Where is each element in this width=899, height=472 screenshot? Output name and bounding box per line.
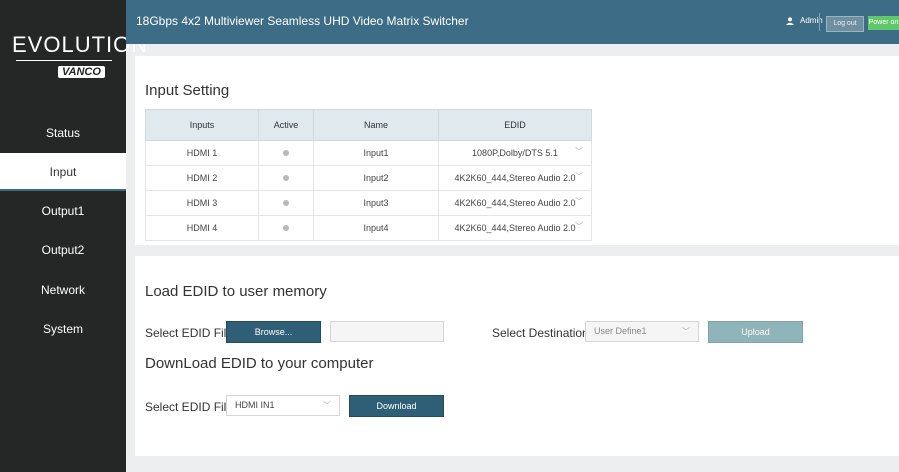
column-header-name: Name: [313, 109, 439, 141]
table-row: HDMI 4 Input4 4K2K60_444,Stereo Audio 2.…: [145, 215, 592, 241]
input-setting-panel: Input Setting Inputs Active Name EDID HD…: [135, 56, 899, 245]
upload-button[interactable]: Upload: [708, 321, 803, 343]
edid-value: 4K2K60_444,Stereo Audio 2.0: [454, 198, 576, 208]
sidebar-item-system[interactable]: System: [0, 310, 126, 348]
power-on-button[interactable]: Power on: [868, 16, 899, 30]
chevron-down-icon: ﹀: [682, 327, 690, 336]
status-dot-icon: [283, 200, 289, 206]
logo-divider: [16, 60, 112, 61]
sidebar-item-network[interactable]: Network: [0, 271, 126, 309]
active-indicator: [258, 215, 314, 241]
edid-value: 4K2K60_444,Stereo Audio 2.0: [454, 223, 576, 233]
file-name-field[interactable]: [330, 321, 444, 342]
load-edid-title: Load EDID to user memory: [145, 283, 327, 300]
chevron-down-icon: ﹀: [575, 147, 583, 156]
destination-label: Select Destination:: [492, 326, 593, 340]
evolution-vanco-logo: EVOLUTION VANCO: [6, 28, 147, 100]
input-setting-title: Input Setting: [145, 82, 230, 99]
active-indicator: [258, 190, 314, 216]
column-header-active: Active: [258, 109, 314, 141]
chevron-down-icon: ﹀: [575, 197, 583, 206]
sidebar-item-output2[interactable]: Output2: [0, 231, 126, 269]
chevron-down-icon: ﹀: [575, 172, 583, 181]
table-row: HDMI 1 Input1 1080P,Dolby/DTS 5.1 ﹀: [145, 140, 592, 166]
edid-panel: Load EDID to user memory Select EDID Fil…: [135, 256, 899, 456]
edid-select[interactable]: 4K2K60_444,Stereo Audio 2.0 ﹀: [438, 190, 592, 216]
chevron-down-icon: ﹀: [575, 222, 583, 231]
name-cell[interactable]: Input1: [313, 140, 439, 166]
user-info[interactable]: Admin: [786, 16, 823, 25]
sidebar-item-output1[interactable]: Output1: [0, 192, 126, 230]
download-edid-title: DownLoad EDID to your computer: [145, 355, 374, 372]
download-file-select[interactable]: HDMI IN1 ﹀: [226, 395, 340, 416]
destination-value: User Define1: [594, 326, 647, 336]
download-file-value: HDMI IN1: [235, 400, 275, 410]
table-row: HDMI 3 Input3 4K2K60_444,Stereo Audio 2.…: [145, 190, 592, 216]
app-title: 18Gbps 4x2 Multiviewer Seamless UHD Vide…: [136, 14, 469, 28]
edid-value: 1080P,Dolby/DTS 5.1: [472, 148, 558, 158]
name-cell[interactable]: Input3: [313, 190, 439, 216]
user-icon: [786, 17, 794, 25]
name-cell[interactable]: Input4: [313, 215, 439, 241]
column-header-inputs: Inputs: [145, 109, 259, 141]
edid-value: 4K2K60_444,Stereo Audio 2.0: [454, 173, 576, 183]
download-file-label: Select EDID File:: [145, 400, 237, 414]
edid-select[interactable]: 1080P,Dolby/DTS 5.1 ﹀: [438, 140, 592, 166]
input-cell: HDMI 4: [145, 215, 259, 241]
top-bar: 18Gbps 4x2 Multiviewer Seamless UHD Vide…: [126, 0, 899, 44]
status-dot-icon: [283, 150, 289, 156]
name-cell[interactable]: Input2: [313, 165, 439, 191]
status-dot-icon: [283, 175, 289, 181]
edid-select[interactable]: 4K2K60_444,Stereo Audio 2.0 ﹀: [438, 215, 592, 241]
input-cell: HDMI 1: [145, 140, 259, 166]
table-row: HDMI 2 Input2 4K2K60_444,Stereo Audio 2.…: [145, 165, 592, 191]
logout-button[interactable]: Log out: [826, 16, 864, 32]
edid-select[interactable]: 4K2K60_444,Stereo Audio 2.0 ﹀: [438, 165, 592, 191]
header-divider: [819, 13, 820, 31]
logo-brand: VANCO: [58, 66, 105, 78]
table-header-row: Inputs Active Name EDID: [145, 109, 592, 141]
active-indicator: [258, 165, 314, 191]
chevron-down-icon: ﹀: [323, 401, 331, 410]
column-header-edid: EDID: [438, 109, 592, 141]
download-button[interactable]: Download: [349, 395, 444, 417]
active-indicator: [258, 140, 314, 166]
load-file-label: Select EDID File:: [145, 326, 237, 340]
destination-select[interactable]: User Define1 ﹀: [585, 321, 699, 342]
browse-button[interactable]: Browse...: [226, 321, 321, 343]
status-dot-icon: [283, 225, 289, 231]
sidebar-item-input[interactable]: Input: [0, 153, 126, 191]
sidebar: EVOLUTION VANCO Status Input Output1 Out…: [0, 0, 147, 472]
input-cell: HDMI 3: [145, 190, 259, 216]
sidebar-item-status[interactable]: Status: [0, 114, 126, 152]
input-table: Inputs Active Name EDID HDMI 1 Input1 10…: [145, 109, 592, 241]
input-cell: HDMI 2: [145, 165, 259, 191]
